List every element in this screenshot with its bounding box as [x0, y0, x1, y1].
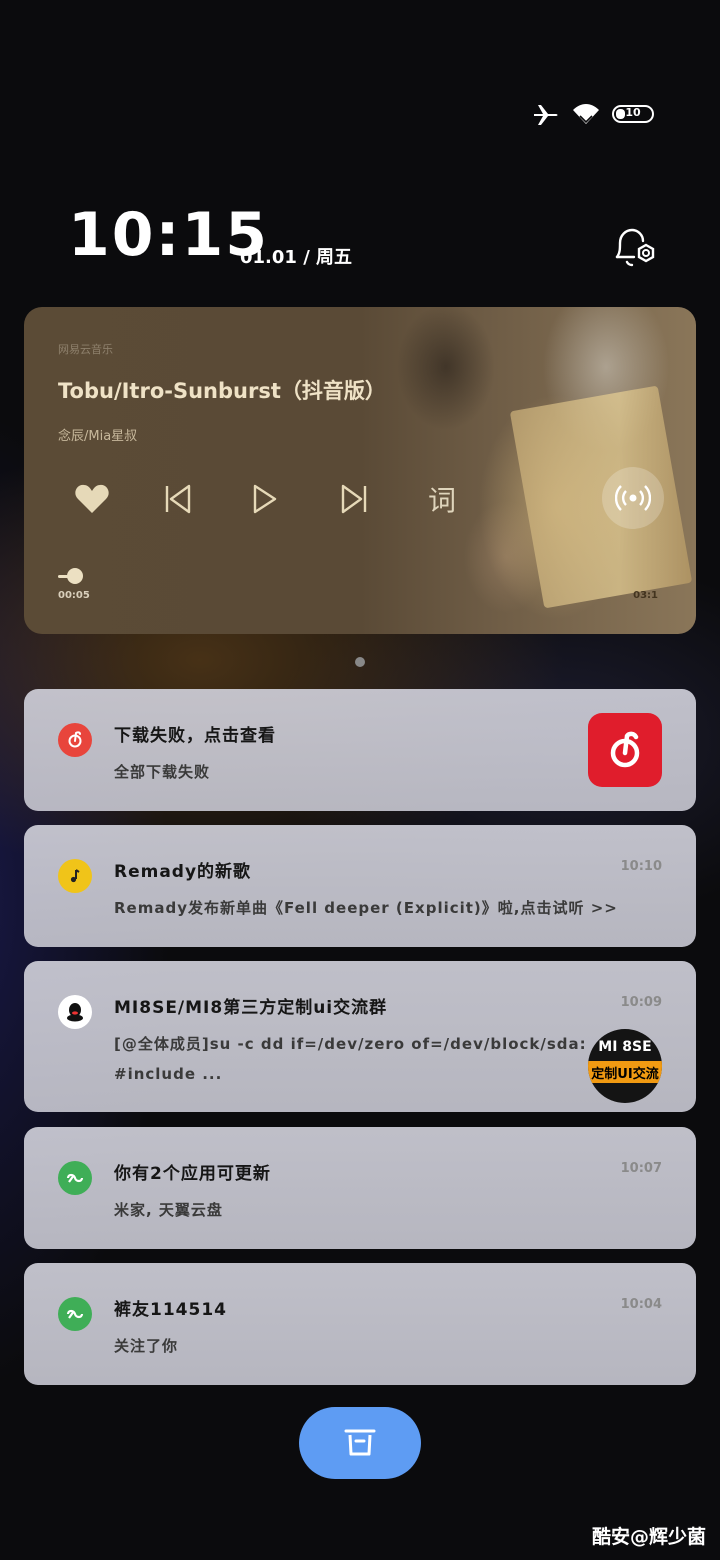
group-avatar: MI 8SE 定制UI交流 — [588, 1029, 662, 1103]
song-artist: 念辰/Mia星叔 — [58, 429, 138, 444]
playback-controls: 词 — [58, 475, 658, 523]
lockscreen-time: 10:15 — [68, 200, 269, 270]
notification-title: 你有2个应用可更新 — [114, 1164, 271, 1184]
progress-handle[interactable] — [67, 568, 83, 584]
notification-time: 10:09 — [620, 995, 662, 1010]
notification-time: 10:07 — [620, 1161, 662, 1176]
current-time: 00:05 — [58, 590, 90, 601]
next-icon[interactable] — [330, 475, 378, 523]
previous-icon[interactable] — [154, 475, 202, 523]
netease-app-thumbnail — [588, 713, 662, 787]
notification-body: 米家, 天翼云盘 — [114, 1201, 223, 1219]
notification-download-failed[interactable]: 下载失败，点击查看 全部下载失败 — [24, 689, 696, 811]
coolapk-icon — [58, 1161, 92, 1195]
music-note-icon — [58, 859, 92, 893]
play-icon[interactable] — [240, 475, 288, 523]
status-bar: 10 — [532, 98, 654, 130]
notification-title: 裤友114514 — [114, 1300, 227, 1320]
notification-new-song[interactable]: Remady的新歌 10:10 Remady发布新单曲《Fell deeper … — [24, 825, 696, 947]
lyric-button[interactable]: 词 — [418, 475, 466, 523]
notification-body: 关注了你 — [114, 1337, 179, 1355]
coolapk-icon — [58, 1297, 92, 1331]
airplane-icon — [532, 102, 560, 126]
notification-app-updates[interactable]: 你有2个应用可更新 10:07 米家, 天翼云盘 — [24, 1127, 696, 1249]
total-time: 03:1 — [633, 590, 658, 601]
music-app-name: 网易云音乐 — [58, 343, 113, 356]
watermark: 酷安@辉少菌 — [591, 1526, 706, 1548]
wifi-icon — [572, 103, 600, 125]
netease-music-icon — [58, 723, 92, 757]
battery-icon: 10 — [612, 105, 654, 123]
music-player-card[interactable]: 网易云音乐 Tobu/Itro-Sunburst（抖音版） 念辰/Mia星叔 词… — [24, 307, 696, 634]
notification-time: 10:10 — [620, 859, 662, 874]
page-indicator — [355, 657, 365, 667]
notification-body: Remady发布新单曲《Fell deeper (Explicit)》啦,点击试… — [114, 899, 618, 917]
heart-icon[interactable] — [68, 475, 116, 523]
battery-level: 10 — [625, 106, 641, 119]
cast-icon[interactable] — [602, 467, 664, 529]
lockscreen-date: 01.01 / 周五 — [240, 247, 353, 268]
qq-icon — [58, 995, 92, 1029]
group-avatar-line1: MI 8SE — [598, 1039, 652, 1055]
notification-body-line2: #include ... — [114, 1065, 223, 1083]
notification-title: Remady的新歌 — [114, 862, 252, 882]
notification-body: 全部下载失败 — [114, 763, 211, 781]
clear-notifications-button[interactable] — [299, 1407, 421, 1479]
trash-icon — [340, 1421, 380, 1465]
notification-group-chat[interactable]: MI8SE/MI8第三方定制ui交流群 10:09 [@全体成员]su -c d… — [24, 961, 696, 1112]
notification-body: [@全体成员]su -c dd if=/dev/zero of=/dev/blo… — [114, 1035, 587, 1053]
group-avatar-line2: 定制UI交流 — [591, 1067, 659, 1082]
song-title: Tobu/Itro-Sunburst（抖音版） — [58, 379, 386, 403]
notification-new-follower[interactable]: 裤友114514 10:04 关注了你 — [24, 1263, 696, 1385]
notification-title: 下载失败，点击查看 — [114, 726, 276, 746]
notification-time: 10:04 — [620, 1297, 662, 1312]
notification-title: MI8SE/MI8第三方定制ui交流群 — [114, 998, 388, 1018]
alarm-settings-icon[interactable] — [612, 225, 658, 271]
